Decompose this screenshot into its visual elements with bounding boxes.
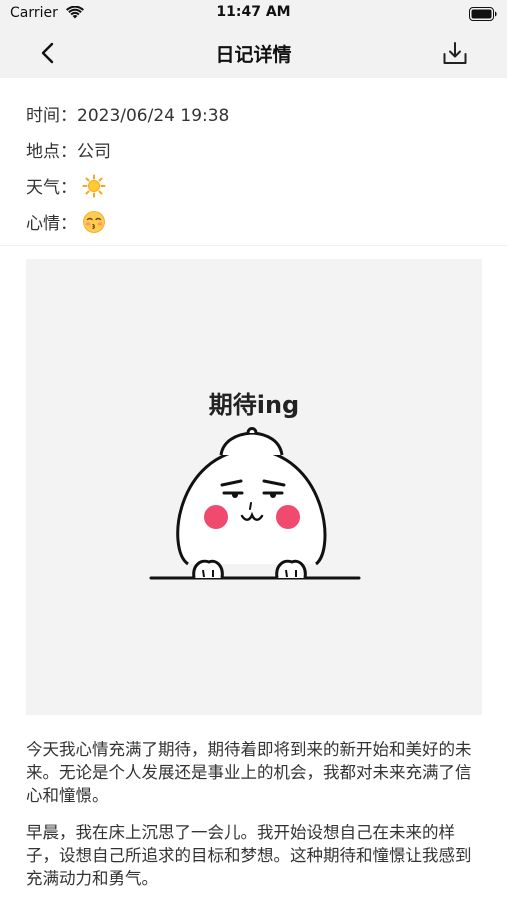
weather-label: 天气：: [26, 178, 77, 198]
place-label: 地点：: [26, 142, 77, 162]
status-time: 11:47 AM: [216, 4, 291, 20]
sticker-caption: 期待ing: [209, 391, 300, 419]
meta-row-mood: 心情：: [26, 208, 486, 244]
content-paragraph: 早晨，我在床上沉思了一会儿。我开始设想自己在未来的样子，设想自己所追求的目标和梦…: [26, 823, 472, 888]
meta-row-weather: 天气：: [26, 172, 486, 208]
divider: [0, 245, 507, 246]
content-paragraph: 今天我心情充满了期待，期待着即将到来的新开始和美好的未来。无论是个人发展还是事业…: [26, 740, 472, 805]
mood-label: 心情：: [26, 214, 77, 234]
page-title: 日记详情: [215, 44, 292, 66]
diary-content: 今天我心情充满了期待，期待着即将到来的新开始和美好的未来。无论是个人发展还是事业…: [26, 738, 482, 904]
kissing-face-icon: [83, 211, 106, 233]
navigation-bar: 日记详情: [0, 28, 507, 78]
cartoon-sticker: 期待ing: [149, 391, 361, 580]
diary-meta: 时间：2023/06/24 19:38 地点：公司 天气： 心情：: [26, 100, 486, 244]
time-value: 2023/06/24 19:38: [77, 106, 230, 126]
sun-icon: [82, 174, 106, 198]
place-value: 公司: [77, 142, 111, 162]
battery-icon: [469, 7, 497, 21]
download-icon[interactable]: [440, 38, 470, 68]
diary-photo[interactable]: 期待ing: [26, 259, 482, 715]
status-bar: Carrier 11:47 AM: [0, 0, 507, 28]
meta-row-time: 时间：2023/06/24 19:38: [26, 100, 486, 136]
time-label: 时间：: [26, 106, 77, 126]
meta-row-place: 地点：公司: [26, 136, 486, 172]
